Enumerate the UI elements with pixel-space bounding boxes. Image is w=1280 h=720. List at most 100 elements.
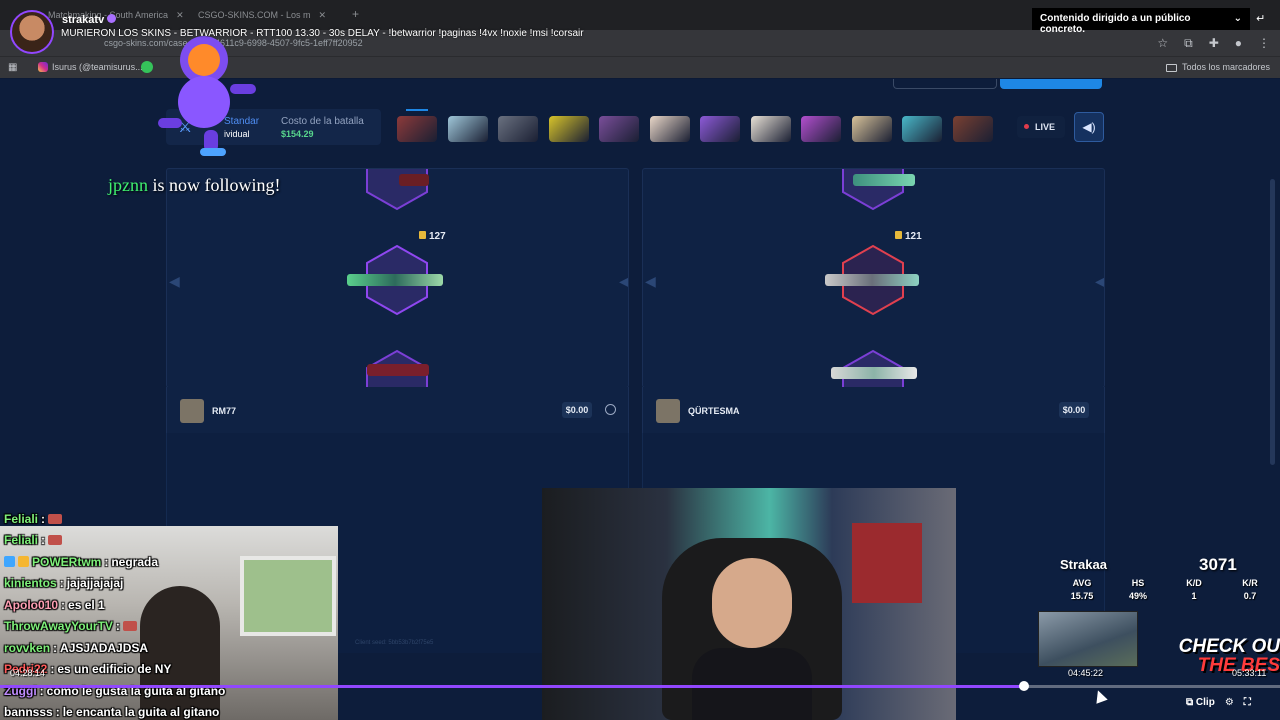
bookmark-instagram[interactable]: Isurus (@teamisurus...	[38, 62, 143, 72]
avatar[interactable]	[10, 10, 54, 54]
browser-tab-active[interactable]: CSGO-SKINS.COM - Los m ✕	[190, 4, 334, 26]
instagram-icon	[38, 62, 48, 72]
chat-badge-icon	[4, 556, 15, 568]
chat-overlay: Feliali: Feliali: POWERtwm: negrada kiniento…	[0, 508, 340, 720]
new-tab-icon[interactable]: +	[344, 4, 367, 26]
case-thumbnail[interactable]	[599, 116, 639, 142]
ticket-icon	[419, 231, 426, 239]
close-icon[interactable]: ✕	[176, 10, 184, 20]
chat-message: Zuggi: como le gusta la guita al gitano	[0, 680, 340, 702]
menu-icon[interactable]: ⋮	[1258, 36, 1270, 51]
case-selected-indicator	[406, 109, 428, 111]
player-reel-left: ◀ ◀ 127	[166, 168, 629, 388]
stream-title: MURIERON LOS SKINS - BETWARRIOR - RTT100…	[61, 28, 584, 39]
page-scrollbar[interactable]	[1270, 179, 1275, 465]
chat-message: Apolo010: es el 1	[0, 594, 340, 616]
all-bookmarks[interactable]: Todos los marcadores	[1165, 62, 1270, 72]
case-thumbnail[interactable]	[902, 116, 942, 142]
header-primary-button[interactable]	[1000, 79, 1102, 89]
timeline-progress	[0, 685, 1024, 688]
kr-value: 0.7	[1243, 591, 1257, 601]
chat-message: Feliali:	[0, 530, 340, 552]
follow-text: is now following!	[152, 175, 281, 195]
chat-text: es un edificio de NY	[57, 662, 172, 677]
sniper-rifle-item	[347, 274, 443, 286]
chat-text: es el 1	[68, 597, 105, 612]
player-name: RM77	[212, 406, 237, 416]
chat-username[interactable]: ThrowAwayYourTV	[4, 619, 113, 633]
chat-username[interactable]: bannsss	[4, 705, 53, 719]
all-bookmarks-label: Todos los marcadores	[1181, 62, 1270, 72]
chat-badge-icon	[18, 556, 29, 568]
header-buttons	[893, 79, 1103, 89]
case-thumbnail[interactable]	[498, 116, 538, 142]
follower-name: jpznn	[108, 175, 148, 195]
apps-grid-icon[interactable]: ▦	[8, 62, 17, 73]
case-thumbnail[interactable]	[649, 116, 690, 142]
chat-separator: :	[53, 640, 58, 655]
close-icon[interactable]: ✕	[319, 10, 327, 20]
case-thumbnail[interactable]	[801, 116, 841, 142]
case-thumbnail[interactable]	[548, 116, 589, 142]
bookmark-label: Isurus (@teamisurus...	[52, 62, 143, 72]
chat-message: rovvken: AJSJADAJDSA	[0, 637, 340, 659]
smiley-icon[interactable]	[605, 404, 616, 415]
person-face	[712, 558, 792, 648]
case-thumbnail[interactable]	[397, 116, 437, 142]
chevron-right-icon: ◀	[1095, 273, 1105, 289]
chat-separator: :	[61, 597, 66, 612]
case-thumbnail[interactable]	[750, 116, 791, 142]
chat-emote-icon	[122, 621, 137, 632]
chat-username[interactable]: kinientos	[4, 576, 57, 590]
avg-value: 15.75	[1070, 591, 1094, 601]
chat-username[interactable]: Feliali	[4, 512, 38, 526]
header-secondary-button[interactable]	[893, 79, 997, 89]
puzzle-icon[interactable]: ✚	[1209, 36, 1219, 51]
chevron-left-icon: ◀	[169, 273, 180, 289]
chat-username[interactable]: POWERtwm	[32, 555, 101, 569]
player-name: QÜRTESMA	[688, 406, 740, 416]
video-duration: 05:33:11	[1232, 668, 1267, 678]
battle-header: ⚔ Standar ividual Costo de la batalla $1…	[166, 109, 1106, 145]
follow-alert: jpznn is now following!	[108, 175, 281, 196]
pistol-item	[399, 174, 429, 186]
smg-item	[831, 367, 917, 379]
chat-message: POWERtwm: negrada	[0, 551, 340, 573]
clip-button[interactable]: ⧉ Clip	[1186, 697, 1215, 708]
profile-icon[interactable]: ●	[1235, 36, 1242, 51]
chat-separator: :	[50, 662, 55, 677]
rifle-item	[853, 174, 915, 186]
ticket-count: 121	[895, 231, 922, 242]
case-thumbnail[interactable]	[952, 116, 993, 142]
extension-icon[interactable]: ⧉	[1184, 36, 1193, 51]
kd-label: K/D	[1186, 578, 1202, 588]
sound-toggle-button[interactable]: ◀)	[1074, 112, 1104, 142]
timeline-preview-thumbnail	[1038, 611, 1138, 667]
timeline-thumb[interactable]	[1019, 681, 1029, 691]
settings-gear-icon[interactable]: ⚙	[1225, 697, 1234, 708]
audience-notice[interactable]: Contenido dirigido a un público concreto…	[1032, 8, 1250, 35]
star-icon[interactable]: ☆	[1157, 36, 1168, 51]
clip-start-time: 04:28:14	[10, 668, 46, 678]
avg-label: AVG	[1072, 578, 1092, 588]
chat-text: AJSJADAJDSA	[60, 640, 149, 655]
chat-username[interactable]: Apolo010	[4, 598, 58, 612]
case-thumbnail[interactable]	[851, 116, 892, 142]
ticket-count: 127	[419, 231, 446, 242]
case-thumbnail[interactable]	[447, 116, 488, 142]
exit-icon[interactable]: ↵	[1256, 12, 1265, 25]
chat-text: le encanta la guita al gitano	[62, 705, 220, 720]
battle-cost-label: Costo de la batalla	[281, 116, 364, 127]
video-timeline[interactable]	[0, 681, 1280, 691]
chat-username[interactable]: rovvken	[4, 641, 50, 655]
chat-username[interactable]: Feliali	[4, 533, 38, 547]
case-thumbnail[interactable]	[700, 116, 740, 142]
fullscreen-icon[interactable]: ⛶	[1244, 697, 1251, 708]
sniper-rifle-item	[825, 274, 919, 286]
player-amount: $0.00	[562, 402, 592, 418]
clip-icon: ⧉	[1186, 697, 1196, 708]
chat-emote-icon	[48, 513, 63, 524]
audience-notice-label: Contenido dirigido a un público concreto…	[1040, 13, 1191, 35]
hs-label: HS	[1131, 578, 1145, 588]
chat-separator: :	[59, 576, 64, 591]
